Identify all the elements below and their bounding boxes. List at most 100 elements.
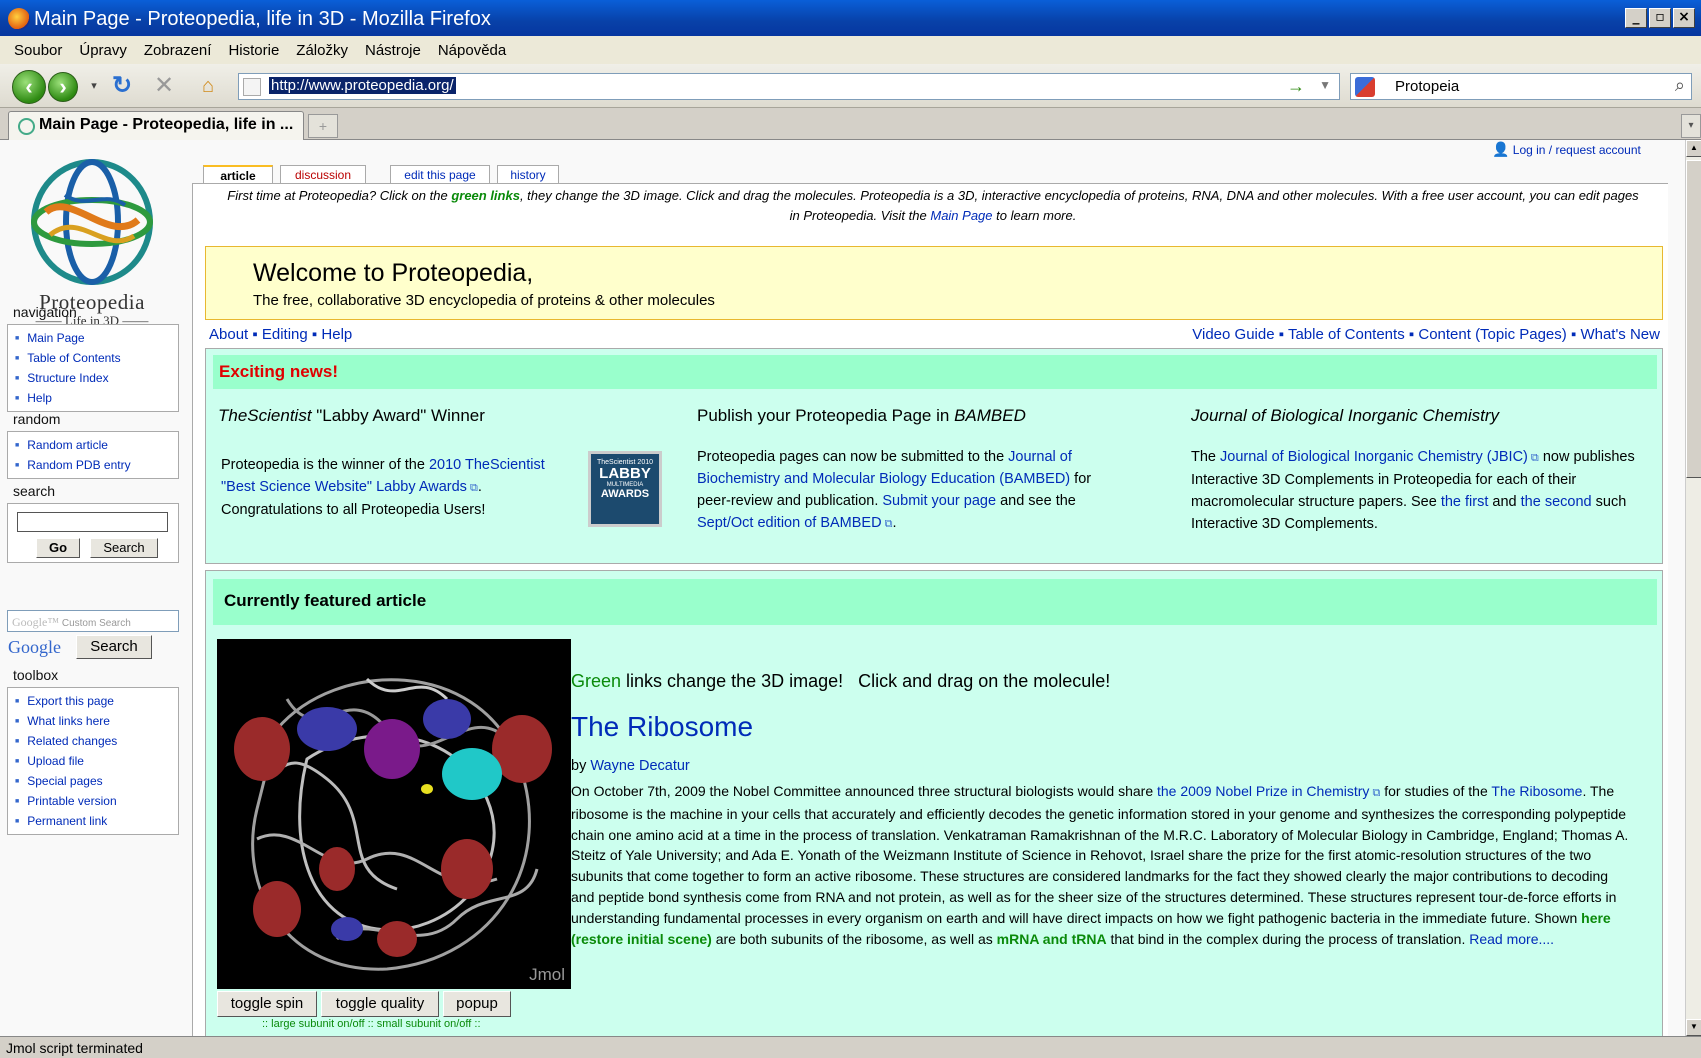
toggle-spin-button[interactable]: toggle spin — [217, 991, 317, 1017]
sidebar-item-export[interactable]: Export this page — [15, 691, 178, 711]
featured-title[interactable]: The Ribosome — [571, 711, 753, 743]
address-bar[interactable]: http://www.proteopedia.org/ → ▼ — [238, 73, 1340, 100]
menu-view[interactable]: Zobrazení — [144, 42, 212, 59]
stop-icon[interactable]: ✕ — [150, 72, 178, 100]
menu-file[interactable]: Soubor — [14, 42, 62, 59]
scroll-up-icon[interactable]: ▲ — [1686, 140, 1701, 157]
menu-help[interactable]: Nápověda — [438, 42, 506, 59]
menu-tools[interactable]: Nástroje — [365, 42, 421, 59]
sidebar-item-upload-file[interactable]: Upload file — [15, 751, 178, 771]
globe-icon — [31, 159, 153, 285]
featured-box: Currently featured article Jmol toggle s… — [205, 570, 1663, 1036]
bambed-edition-link[interactable]: Sept/Oct edition of BAMBED — [697, 515, 882, 531]
submit-page-link[interactable]: Submit your page — [882, 493, 996, 509]
link-table-of-contents[interactable]: Table of Contents — [1288, 326, 1405, 343]
featured-byline: by Wayne Decatur — [571, 758, 690, 774]
sidebar-item-random-article[interactable]: Random article — [15, 435, 178, 455]
menu-bookmarks[interactable]: Záložky — [296, 42, 348, 59]
subunit-toggles[interactable]: :: large subunit on/off :: small subunit… — [262, 1018, 481, 1030]
forward-icon[interactable]: › — [48, 72, 78, 102]
main-page-link[interactable]: Main Page — [930, 208, 992, 223]
vertical-scrollbar[interactable]: ▲ ▼ — [1685, 140, 1701, 1036]
tab-history[interactable]: history — [497, 165, 559, 185]
read-more-link[interactable]: Read more.... — [1469, 931, 1554, 947]
home-icon[interactable]: ⌂ — [194, 72, 222, 100]
ribosome-link[interactable]: The Ribosome — [1491, 783, 1582, 799]
page-icon — [243, 78, 261, 96]
sidebar-item-structure-index[interactable]: Structure Index — [15, 368, 178, 388]
go-arrow-icon[interactable]: → — [1287, 76, 1305, 97]
proteopedia-logo[interactable]: Proteopedia —— Life in 3D —— — [10, 150, 174, 328]
link-video-guide[interactable]: Video Guide — [1192, 326, 1274, 343]
tab-list-icon[interactable]: ▾ — [1681, 114, 1701, 138]
tab-edit[interactable]: edit this page — [390, 165, 490, 185]
author-link[interactable]: Wayne Decatur — [590, 758, 689, 774]
minimize-button[interactable]: _ — [1625, 8, 1647, 28]
go-button[interactable]: Go — [36, 538, 80, 558]
first-complement-link[interactable]: the first — [1441, 494, 1489, 510]
sidebar-item-table-of-contents[interactable]: Table of Contents — [15, 348, 178, 368]
navigation-toolbar: ‹ › ▾ ↻ ✕ ⌂ http://www.proteopedia.org/ … — [0, 64, 1701, 108]
firefox-icon — [8, 8, 30, 30]
search-engine-icon[interactable] — [1355, 77, 1375, 97]
featured-tagline: Green links change the 3D image! Click a… — [571, 671, 1111, 691]
popup-button[interactable]: popup — [443, 991, 511, 1017]
link-about[interactable]: About — [209, 326, 248, 343]
sidebar-item-random-pdb[interactable]: Random PDB entry — [15, 455, 178, 475]
link-content-topic-pages[interactable]: Content (Topic Pages) — [1418, 326, 1566, 343]
portlet-title: search — [13, 483, 56, 499]
url-text[interactable]: http://www.proteopedia.org/ — [269, 77, 456, 94]
portlet-title: random — [13, 411, 61, 427]
window-title: Main Page - Proteopedia, life in 3D - Mo… — [34, 8, 491, 30]
search-bar[interactable]: Protopeia ⌕ — [1350, 73, 1692, 100]
menu-edit[interactable]: Úpravy — [79, 42, 127, 59]
google-search-input[interactable]: Google™ Custom Search — [7, 610, 179, 632]
sidebar-item-related-changes[interactable]: Related changes — [15, 731, 178, 751]
url-dropdown-icon[interactable]: ▼ — [1319, 78, 1331, 92]
search-button[interactable]: Search — [90, 538, 158, 558]
scroll-down-icon[interactable]: ▼ — [1686, 1019, 1701, 1036]
sidebar-item-permanent-link[interactable]: Permanent link — [15, 811, 178, 831]
new-tab-button[interactable]: + — [308, 114, 338, 138]
quick-links-left: About ▪ Editing ▪ Help — [209, 326, 353, 343]
jbic-link[interactable]: Journal of Biological Inorganic Chemistr… — [1220, 449, 1528, 465]
external-link-icon: ⧉ — [1369, 787, 1381, 799]
link-whats-new[interactable]: What's New — [1580, 326, 1660, 343]
reload-icon[interactable]: ↻ — [108, 72, 136, 100]
link-editing[interactable]: Editing — [262, 326, 308, 343]
sidebar-item-main-page[interactable]: Main Page — [15, 328, 178, 348]
google-search-button[interactable]: Search — [76, 635, 152, 659]
toggle-quality-button[interactable]: toggle quality — [321, 991, 439, 1017]
tab-discussion[interactable]: discussion — [280, 165, 366, 185]
intro-text: First time at Proteopedia? Click on the … — [227, 188, 1639, 223]
sidebar-item-special-pages[interactable]: Special pages — [15, 771, 178, 791]
login-link[interactable]: 👤 Log in / request account — [1492, 141, 1641, 158]
search-input[interactable] — [17, 512, 168, 532]
back-icon[interactable]: ‹ — [12, 70, 46, 104]
sidebar-item-help[interactable]: Help — [15, 388, 178, 408]
jmol-watermark: Jmol — [529, 965, 565, 984]
search-value[interactable]: Protopeia — [1395, 78, 1459, 95]
close-button[interactable]: × — [1673, 8, 1695, 28]
search-magnifier-icon[interactable]: ⌕ — [1675, 75, 1685, 96]
google-watermark: Google™ — [12, 615, 60, 629]
tab-article[interactable]: article — [203, 165, 273, 185]
quick-links-right: Video Guide ▪ Table of Contents ▪ Conten… — [1192, 326, 1660, 343]
second-complement-link[interactable]: the second — [1521, 494, 1592, 510]
history-dropdown-icon[interactable]: ▾ — [80, 72, 108, 100]
welcome-box: Welcome to Proteopedia, The free, collab… — [205, 246, 1663, 320]
sidebar-item-printable-version[interactable]: Printable version — [15, 791, 178, 811]
nobel-prize-link[interactable]: the 2009 Nobel Prize in Chemistry — [1157, 783, 1369, 799]
menu-history[interactable]: Historie — [228, 42, 279, 59]
link-help[interactable]: Help — [321, 326, 352, 343]
ribosome-molecule-image — [234, 677, 552, 971]
page-viewport: Proteopedia —— Life in 3D —— navigation … — [0, 140, 1685, 1036]
tab-main-page[interactable]: Main Page - Proteopedia, life in ... — [8, 111, 304, 140]
scroll-thumb[interactable] — [1686, 160, 1701, 478]
jmol-viewer[interactable]: Jmol — [217, 639, 571, 989]
maximize-button[interactable]: ▫ — [1649, 8, 1671, 28]
portlet-title: toolbox — [13, 667, 59, 683]
mrna-trna-link[interactable]: mRNA and tRNA — [997, 931, 1107, 947]
sidebar-item-what-links-here[interactable]: What links here — [15, 711, 178, 731]
google-logo: Google — [8, 637, 61, 657]
